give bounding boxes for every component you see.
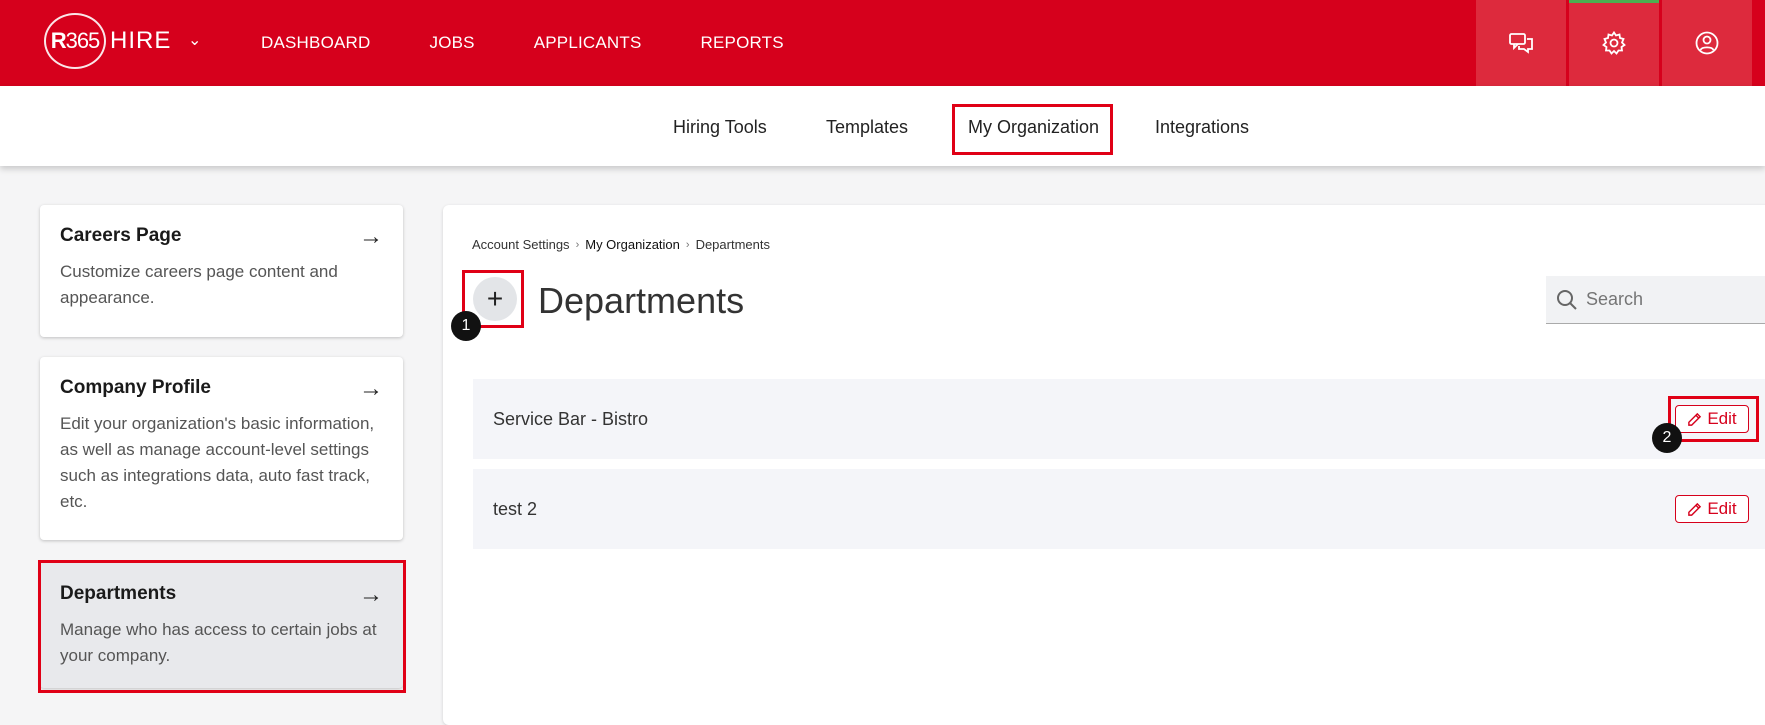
chevron-right-icon: › bbox=[575, 238, 580, 251]
breadcrumb-my-organization[interactable]: My Organization bbox=[585, 237, 680, 252]
logo-mark: R 365 bbox=[44, 13, 106, 69]
nav-applicants[interactable]: APPLICANTS bbox=[534, 33, 642, 53]
tab-hiring-tools[interactable]: Hiring Tools bbox=[673, 117, 767, 138]
nav-jobs[interactable]: JOBS bbox=[430, 33, 475, 53]
settings-subnav: Hiring Tools Templates My Organization I… bbox=[0, 86, 1765, 166]
step-badge-1: 1 bbox=[451, 311, 481, 341]
main-nav: DASHBOARD JOBS APPLICANTS REPORTS bbox=[261, 0, 843, 86]
nav-reports[interactable]: REPORTS bbox=[701, 33, 784, 53]
top-icon-group bbox=[1476, 0, 1755, 86]
page-title: Departments bbox=[538, 280, 745, 321]
department-name: test 2 bbox=[493, 498, 538, 519]
department-name: Service Bar - Bistro bbox=[493, 408, 649, 429]
pencil-icon bbox=[1688, 502, 1702, 516]
chevron-right-icon: › bbox=[685, 238, 690, 251]
card-description: Customize careers page content and appea… bbox=[60, 262, 338, 307]
tab-templates[interactable]: Templates bbox=[826, 117, 908, 138]
department-row: Service Bar - Bistro Edit bbox=[473, 379, 1765, 459]
tab-integrations[interactable]: Integrations bbox=[1155, 117, 1249, 138]
chevron-down-icon[interactable]: ⌄ bbox=[188, 30, 201, 50]
card-title: Careers Page bbox=[60, 225, 182, 246]
breadcrumb: Account Settings › My Organization › Dep… bbox=[472, 237, 770, 252]
card-company-profile[interactable]: Company Profile Edit your organization's… bbox=[40, 357, 403, 540]
arrow-right-icon: → bbox=[359, 375, 383, 402]
highlight-departments-card bbox=[38, 560, 406, 693]
department-row: test 2 Edit bbox=[473, 469, 1765, 549]
top-bar: R 365 HIRE ⌄ DASHBOARD JOBS APPLICANTS RE… bbox=[0, 0, 1765, 86]
logo-word: HIRE bbox=[110, 27, 172, 54]
nav-dashboard[interactable]: DASHBOARD bbox=[261, 33, 371, 53]
search-input[interactable] bbox=[1586, 289, 1746, 310]
card-description: Edit your organization's basic informati… bbox=[60, 414, 375, 511]
step-badge-2: 2 bbox=[1652, 423, 1682, 453]
user-icon[interactable] bbox=[1662, 0, 1752, 86]
highlight-my-organization bbox=[952, 104, 1113, 155]
search-icon bbox=[1557, 289, 1577, 310]
card-title: Company Profile bbox=[60, 377, 211, 398]
r365-hire-logo[interactable]: R 365 HIRE bbox=[44, 13, 171, 69]
gear-icon[interactable] bbox=[1569, 0, 1659, 86]
edit-button[interactable]: Edit bbox=[1675, 495, 1749, 523]
arrow-right-icon: → bbox=[359, 223, 383, 250]
card-careers-page[interactable]: Careers Page Customize careers page cont… bbox=[40, 205, 403, 337]
edit-label: Edit bbox=[1707, 499, 1737, 518]
search-box[interactable] bbox=[1546, 276, 1765, 324]
chat-icon[interactable] bbox=[1476, 0, 1566, 86]
breadcrumb-account-settings[interactable]: Account Settings bbox=[472, 237, 570, 252]
breadcrumb-departments: Departments bbox=[695, 237, 770, 252]
